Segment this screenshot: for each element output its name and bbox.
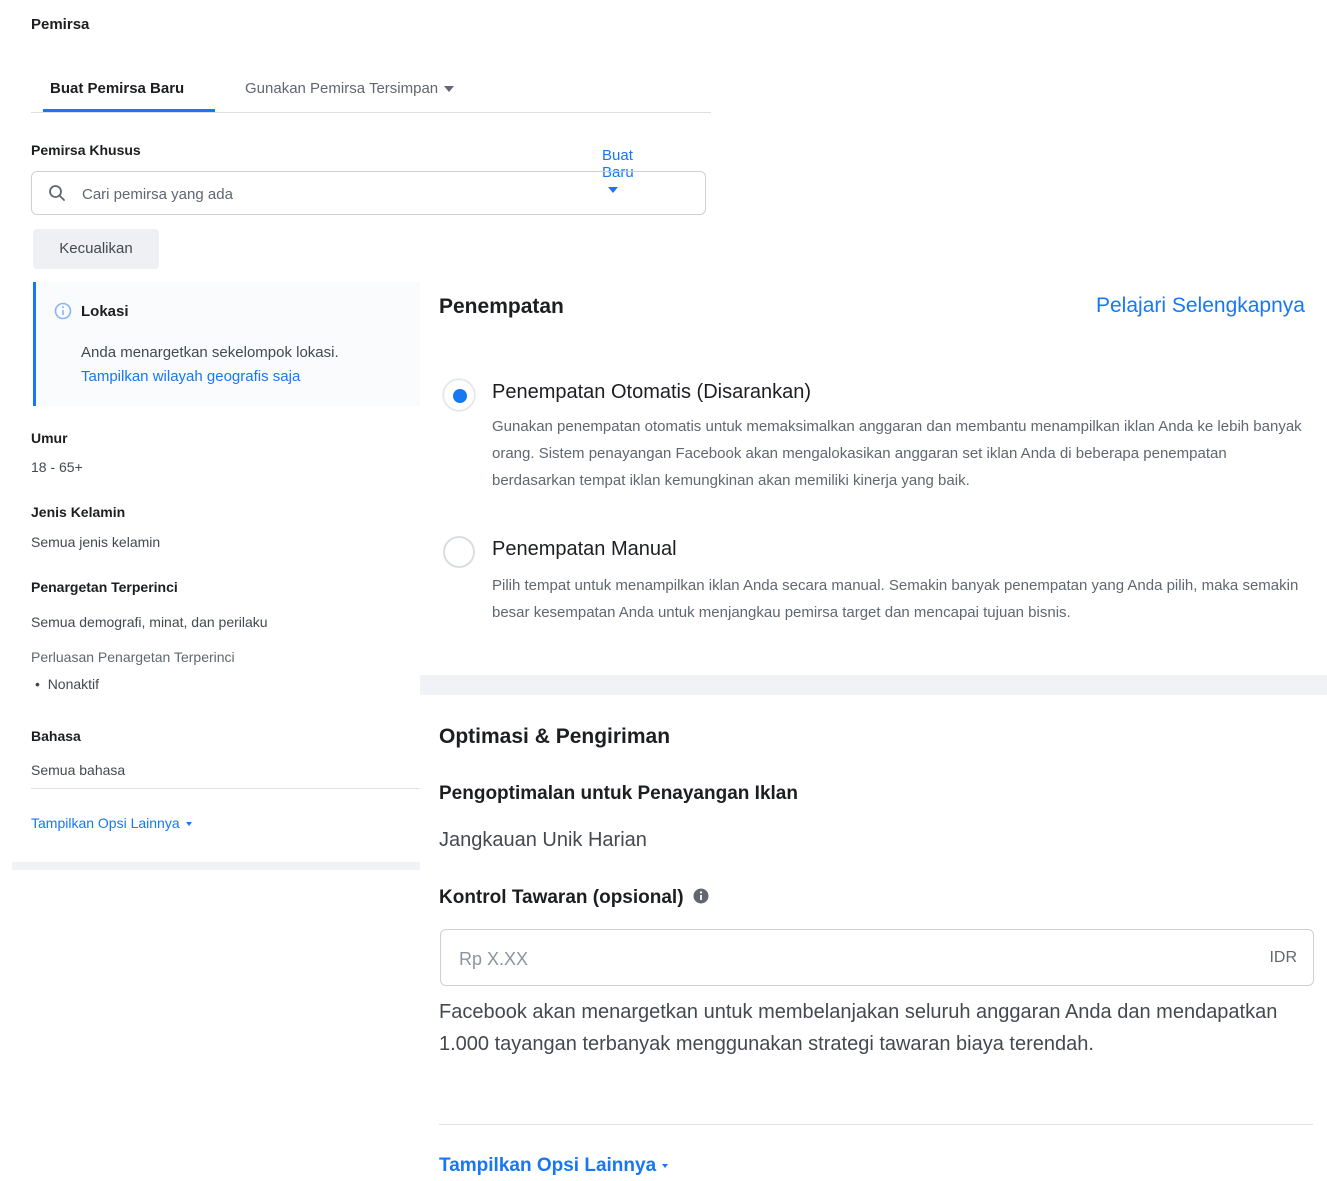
exclude-button[interactable]: Kecualikan bbox=[33, 229, 159, 269]
manual-placement-title[interactable]: Penempatan Manual bbox=[492, 538, 677, 561]
section-separator bbox=[420, 675, 1327, 695]
auto-placement-title[interactable]: Penempatan Otomatis (Disarankan) bbox=[492, 381, 811, 404]
auto-placement-radio[interactable] bbox=[443, 379, 475, 411]
location-card: Lokasi Anda menargetkan sekelompok lokas… bbox=[33, 282, 422, 406]
placement-title: Penempatan bbox=[439, 295, 564, 318]
chevron-down-icon bbox=[662, 1163, 669, 1168]
divider bbox=[31, 788, 419, 789]
show-more-options-link[interactable]: Tampilkan Opsi Lainnya bbox=[31, 815, 192, 831]
divider bbox=[439, 1124, 1313, 1125]
bid-strategy-description: Facebook akan menargetkan untuk membelan… bbox=[439, 1001, 1278, 1055]
manual-placement-description: Pilih tempat untuk menampilkan iklan And… bbox=[492, 577, 1299, 621]
manual-placement-radio[interactable] bbox=[443, 536, 475, 568]
show-more-label: Tampilkan Opsi Lainnya bbox=[439, 1155, 657, 1176]
tab-create-new-audience[interactable]: Buat Pemirsa Baru bbox=[50, 80, 184, 97]
chevron-down-icon bbox=[444, 86, 455, 93]
show-more-label: Tampilkan Opsi Lainnya bbox=[31, 815, 180, 831]
currency-label: IDR bbox=[1269, 949, 1297, 966]
ad-delivery-label: Pengoptimalan untuk Penayangan Iklan bbox=[439, 783, 798, 804]
info-icon[interactable] bbox=[693, 888, 709, 904]
detailed-targeting-label: Penargetan Terperinci bbox=[31, 579, 178, 595]
gender-label: Jenis Kelamin bbox=[31, 504, 126, 520]
info-icon bbox=[54, 302, 72, 320]
targeting-expansion-item: • Nonaktif bbox=[35, 676, 99, 692]
age-value: 18 - 65+ bbox=[31, 459, 83, 475]
tab-label: Buat Pemirsa Baru bbox=[50, 80, 185, 97]
bid-control-label-row: Kontrol Tawaran (opsional) bbox=[439, 887, 709, 909]
search-icon bbox=[49, 185, 65, 201]
audience-section-title: Pemirsa bbox=[31, 16, 90, 33]
location-description: Anda menargetkan sekelompok lokasi. bbox=[81, 344, 339, 361]
detailed-targeting-value: Semua demografi, minat, dan perilaku bbox=[31, 614, 268, 630]
targeting-expansion-value: Nonaktif bbox=[47, 676, 100, 692]
placement-panel: Penempatan Pelajari Selengkapnya Penempa… bbox=[420, 268, 1327, 1181]
gender-value: Semua jenis kelamin bbox=[31, 534, 161, 550]
learn-more-link[interactable]: Pelajari Selengkapnya bbox=[1096, 294, 1305, 318]
active-tab-indicator bbox=[43, 109, 215, 112]
ad-delivery-value: Jangkauan Unik Harian bbox=[439, 829, 647, 851]
targeting-expansion-label: Perluasan Penargetan Terperinci bbox=[31, 649, 235, 665]
custom-audience-label: Pemirsa Khusus bbox=[31, 142, 141, 158]
search-input[interactable] bbox=[80, 180, 684, 208]
optimization-title: Optimasi & Pengiriman bbox=[439, 725, 671, 748]
audience-tabs: Buat Pemirsa Baru Gunakan Pemirsa Tersim… bbox=[31, 70, 711, 113]
section-separator bbox=[12, 862, 420, 870]
audience-panel: Pemirsa Buat Pemirsa Baru Gunakan Pemirs… bbox=[0, 0, 711, 870]
auto-placement-description: Gunakan penempatan otomatis untuk memaks… bbox=[492, 418, 1302, 489]
bid-amount-input[interactable] bbox=[457, 944, 1221, 974]
tab-label: Gunakan Pemirsa Tersimpan bbox=[245, 80, 439, 97]
show-more-options-link[interactable]: Tampilkan Opsi Lainnya bbox=[439, 1155, 669, 1177]
custom-audience-search[interactable] bbox=[31, 171, 706, 215]
age-label: Umur bbox=[31, 430, 68, 446]
location-title: Lokasi bbox=[81, 303, 129, 320]
language-label: Bahasa bbox=[31, 728, 81, 744]
show-geo-regions-link[interactable]: Tampilkan wilayah geografis saja bbox=[81, 368, 300, 385]
tab-saved-audience[interactable]: Gunakan Pemirsa Tersimpan bbox=[245, 80, 455, 97]
bullet: • bbox=[35, 676, 48, 692]
bid-control-field[interactable]: IDR bbox=[440, 929, 1314, 986]
chevron-down-icon bbox=[185, 822, 192, 827]
language-value: Semua bahasa bbox=[31, 762, 126, 778]
bid-control-label: Kontrol Tawaran (opsional) bbox=[439, 887, 684, 908]
